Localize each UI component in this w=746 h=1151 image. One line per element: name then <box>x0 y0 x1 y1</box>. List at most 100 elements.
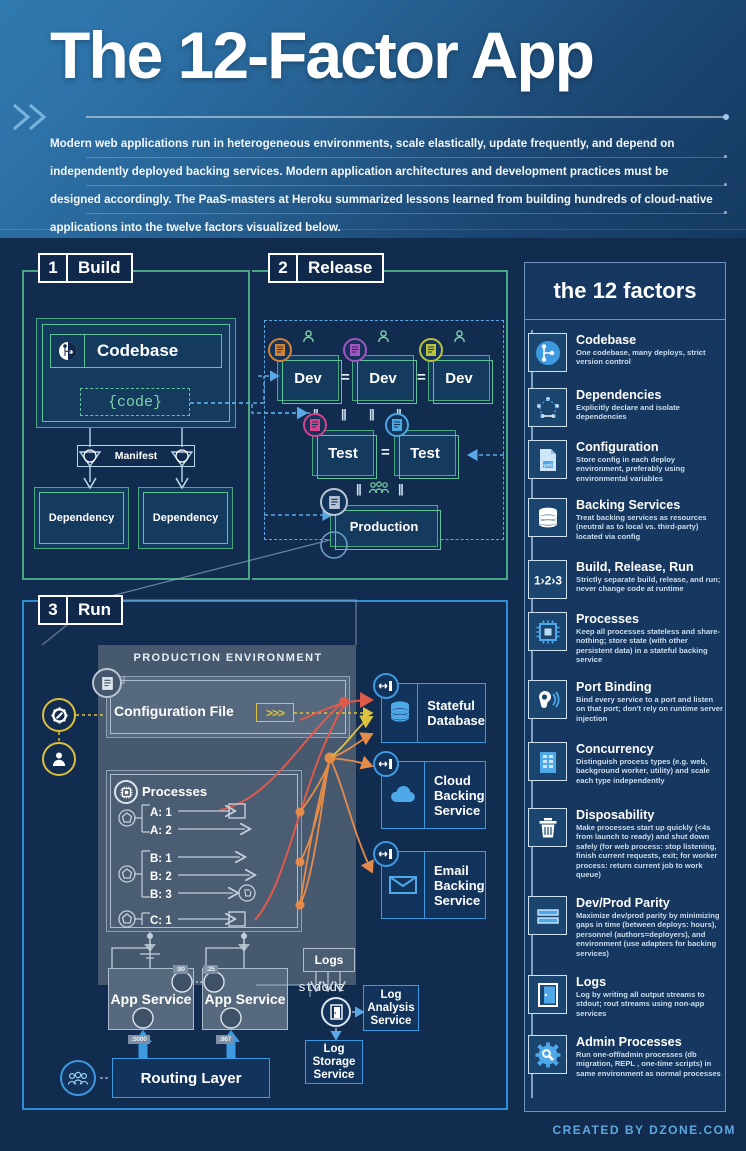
title-underline <box>86 114 729 120</box>
processes-title: Processes <box>142 784 208 799</box>
stage-label-build: 1 Build <box>38 253 133 283</box>
factor-name: Codebase <box>576 333 637 347</box>
factor-item-port-binding[interactable]: Port Binding Bind every service to a por… <box>528 680 724 723</box>
log-analysis-label: Log Analysis Service <box>367 988 415 1027</box>
port-tag-867: :867 <box>216 1035 235 1044</box>
dependency-graph-icon <box>528 388 567 427</box>
stage-number: 2 <box>270 255 298 281</box>
process-row-c1: C: 1 <box>150 915 172 927</box>
footer-credit: CREATED BY DZONE.COM <box>552 1123 736 1137</box>
document-icon <box>268 338 292 362</box>
process-row-a1: A: 1 <box>150 807 172 819</box>
production-environment-title: PRODUCTION ENVIRONMENT <box>133 652 323 664</box>
dependency-box-2: Dependency <box>138 487 233 549</box>
person-icon <box>453 330 466 346</box>
dev-box-3: Dev <box>428 355 493 404</box>
ear-listening-icon <box>528 680 567 719</box>
routing-layer: Routing Layer <box>112 1058 270 1098</box>
factor-item-build-release-run[interactable]: 1›2›3 Build, Release, Run Strictly separ… <box>528 560 724 599</box>
factor-name: Admin Processes <box>576 1035 682 1049</box>
routing-layer-label: Routing Layer <box>140 1069 242 1087</box>
building-icon <box>528 742 567 781</box>
1-2-3-icon: 1›2›3 <box>528 560 567 599</box>
factor-item-dev-prod-parity[interactable]: Dev/Prod Parity Maximize dev/prod parity… <box>528 896 724 958</box>
production-label: Production <box>349 518 419 534</box>
codebase-label: Codebase <box>97 341 179 360</box>
logs-box: Logs <box>303 948 355 972</box>
test-label: Test <box>328 444 358 462</box>
trash-icon <box>528 808 567 847</box>
git-branch-icon <box>528 333 567 372</box>
app-service-1: App Service <box>108 968 194 1030</box>
git-branch-icon <box>51 335 85 367</box>
document-icon <box>343 338 367 362</box>
person-icon <box>377 330 390 346</box>
dependency-label: Dependency <box>48 512 115 524</box>
app-service-2: App Service <box>202 968 288 1030</box>
log-analysis-service: Log Analysis Service <box>363 985 419 1031</box>
factor-name: Build, Release, Run <box>576 560 694 574</box>
process-row-b2: B: 2 <box>150 871 172 883</box>
document-icon <box>419 338 443 362</box>
users-group-icon <box>60 1060 96 1096</box>
factor-name: Processes <box>576 612 640 626</box>
factor-item-codebase[interactable]: Codebase One codebase, many deploys, str… <box>528 333 724 372</box>
cloud-icon <box>382 785 424 805</box>
door-icon <box>528 975 567 1014</box>
stdout-label: stdout <box>298 980 345 995</box>
factor-item-backing-services[interactable]: Backing Services Treat backing services … <box>528 498 724 541</box>
stage-name: Build <box>78 258 121 277</box>
app-service-label: App Service <box>204 991 286 1007</box>
port-tag-80: :80 <box>173 965 188 974</box>
production-box: Production <box>330 505 441 550</box>
backing-service-label: Email Backing Service <box>424 852 485 918</box>
factor-item-disposability[interactable]: Disposability Make processes start up qu… <box>528 808 724 879</box>
page-subtitle: Modern web applications run in heterogen… <box>50 137 713 234</box>
document-icon <box>320 488 348 516</box>
yml-file-icon: yml <box>528 440 567 479</box>
factor-name: Configuration <box>576 440 659 454</box>
config-doc-icon <box>92 668 122 698</box>
factor-name: Disposability <box>576 808 655 822</box>
factor-item-concurrency[interactable]: Concurrency Distinguish process types (e… <box>528 742 724 785</box>
chip-icon <box>528 612 567 651</box>
equals-sign-3: = <box>381 444 390 461</box>
factor-description: One codebase, many deploys, strict versi… <box>576 348 706 367</box>
factor-name: Backing Services <box>576 498 681 512</box>
factor-item-processes[interactable]: Processes Keep all processes stateless a… <box>528 612 724 665</box>
port-binding-icon <box>373 751 399 777</box>
log-storage-label: Log Storage Service <box>312 1042 356 1081</box>
factor-item-dependencies[interactable]: Dependencies Explicitly declare and isol… <box>528 388 724 427</box>
config-arrows-chip: >>> <box>256 703 294 722</box>
factor-description: Bind every service to a port and listen … <box>576 695 723 723</box>
equals-sign-1: = <box>341 369 350 386</box>
log-storage-service: Log Storage Service <box>305 1040 363 1084</box>
factor-name: Logs <box>576 975 607 989</box>
factor-item-logs[interactable]: Logs Log by writing all output streams t… <box>528 975 724 1018</box>
chip-icon <box>114 780 138 804</box>
codebase-bar: Codebase <box>50 334 222 368</box>
process-row-b3: B: 3 <box>150 889 172 901</box>
dev-label: Dev <box>369 369 397 387</box>
svg-text:yml: yml <box>543 463 552 469</box>
code-chip: {code} <box>80 388 190 416</box>
parallel-mark: || <box>398 482 404 496</box>
dependency-box-1: Dependency <box>34 487 129 549</box>
factor-name: Dev/Prod Parity <box>576 896 670 910</box>
dev-box-1: Dev <box>277 355 342 404</box>
factor-name: Concurrency <box>576 742 654 756</box>
factor-description: Strictly separate build, release, and ru… <box>576 575 721 594</box>
factor-description: Treat backing services as resources (neu… <box>576 513 707 541</box>
factor-item-configuration[interactable]: yml Configuration Store config in each d… <box>528 440 724 483</box>
document-icon <box>385 413 409 437</box>
port-binding-icon <box>373 841 399 867</box>
factor-description: Explicitly declare and isolate dependenc… <box>576 403 680 422</box>
factor-description: Run one-off/admin processes (db migratio… <box>576 1050 721 1078</box>
dependency-label: Dependency <box>152 512 219 524</box>
stage-label-release: 2 Release <box>268 253 385 283</box>
port-tag-5000: :5000 <box>128 1035 150 1044</box>
backing-service-label: Stateful Database <box>417 684 485 742</box>
parallel-mark: || <box>369 407 375 421</box>
factor-item-admin-processes[interactable]: Admin Processes Run one-off/admin proces… <box>528 1035 724 1078</box>
page-title: The 12-Factor App <box>50 18 595 92</box>
